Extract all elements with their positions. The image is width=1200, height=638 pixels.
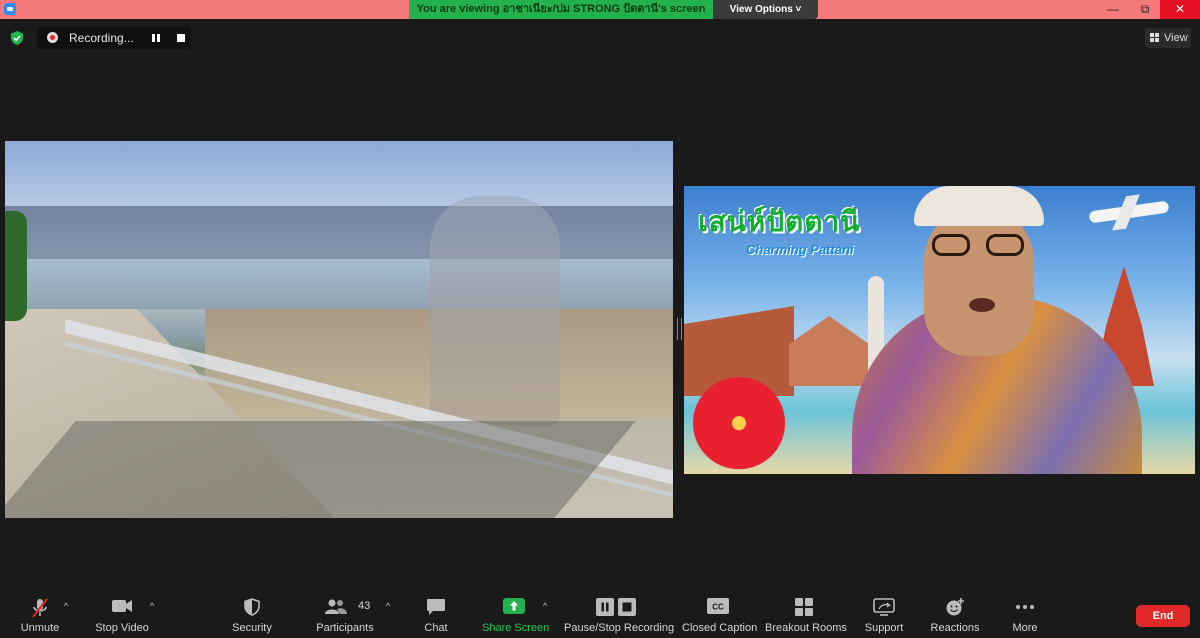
unmute-label: Unmute [20,622,60,634]
view-button-label: View [1164,32,1188,44]
reactions-smiley-icon [946,598,964,616]
airplane-image [1088,200,1170,224]
pause-stop-recording-icon [596,598,636,616]
view-layout-button[interactable]: View [1145,28,1191,48]
encryption-shield-icon[interactable] [10,31,24,45]
recording-status-text: Recording... [69,31,134,45]
chat-bubble-icon [427,599,445,615]
participants-count: 43 [358,600,371,612]
chat-label: Chat [424,622,448,634]
video-camera-icon [112,600,132,612]
viewing-screen-banner: You are viewing อาชาเนียะ/ปม STRONG ปัตต… [409,0,713,19]
minimize-button[interactable]: — [1098,0,1128,19]
more-dots-icon [1016,605,1034,609]
overlaid-person-image [430,196,560,426]
share-options-caret[interactable]: ^ [543,602,551,611]
boats-image-region [5,206,673,261]
recording-dot-icon [47,32,58,43]
video-options-caret[interactable]: ^ [150,602,158,611]
pause-stop-recording-button[interactable]: Pause/Stop Recording [564,590,675,638]
grid-view-icon [1150,33,1159,42]
security-shield-icon [244,598,260,616]
more-label: More [1012,622,1038,634]
support-label: Support [864,622,904,634]
closed-caption-button[interactable]: CC Closed Caption [682,590,758,638]
participants-button[interactable]: 43 Participants [314,590,376,638]
title-bar: You are viewing อาชาเนียะ/ปม STRONG ปัตต… [0,0,1200,19]
reactions-button[interactable]: Reactions [928,590,982,638]
shared-screen-content [5,141,673,518]
close-button[interactable]: ✕ [1160,0,1200,19]
hibiscus-image [684,361,794,474]
share-screen-button[interactable]: Share Screen [482,590,550,638]
participants-icon [325,599,347,614]
chat-button[interactable]: Chat [418,590,454,638]
reactions-label: Reactions [930,622,980,634]
breakout-rooms-icon [795,598,813,616]
unmute-button[interactable]: Unmute [14,590,66,638]
split-resize-handle[interactable] [677,318,682,340]
virtual-background-title: เสน่ห์ปัตตานี [698,205,861,238]
virtual-background-subtitle: Charming Pattani [746,242,854,257]
breakout-rooms-label: Breakout Rooms [765,622,847,634]
meeting-toolbar: Unmute ^ Stop Video ^ Security 43 Partic… [0,590,1200,638]
participants-label: Participants [316,622,374,634]
view-options-button[interactable]: View Options ˅ [713,0,818,19]
stop-recording-icon[interactable] [177,34,185,42]
stop-video-button[interactable]: Stop Video [92,590,152,638]
svg-text:CC: CC [712,603,724,612]
recording-label: Pause/Stop Recording [564,622,675,634]
share-screen-icon [503,598,525,614]
more-button[interactable]: More [1006,590,1044,638]
audio-options-caret[interactable]: ^ [64,602,72,611]
closed-caption-icon: CC [707,598,729,614]
share-screen-label: Share Screen [482,622,550,634]
participants-options-caret[interactable]: ^ [386,602,394,611]
support-button[interactable]: Support [862,590,906,638]
pause-recording-icon[interactable] [152,34,160,42]
security-button[interactable]: Security [228,590,276,638]
end-meeting-button[interactable]: End [1136,605,1190,627]
support-screen-icon [873,598,895,616]
breakout-rooms-button[interactable]: Breakout Rooms [765,590,847,638]
recording-indicator: Recording... [37,27,191,49]
security-label: Security [232,622,272,634]
closed-caption-label: Closed Caption [682,622,758,634]
muted-microphone-icon [32,598,48,618]
speaker-video-tile: เสน่ห์ปัตตานี Charming Pattani [684,186,1195,474]
stop-video-label: Stop Video [95,622,149,634]
zoom-logo-icon [4,3,16,15]
maximize-button[interactable]: ⧉ [1130,0,1160,19]
